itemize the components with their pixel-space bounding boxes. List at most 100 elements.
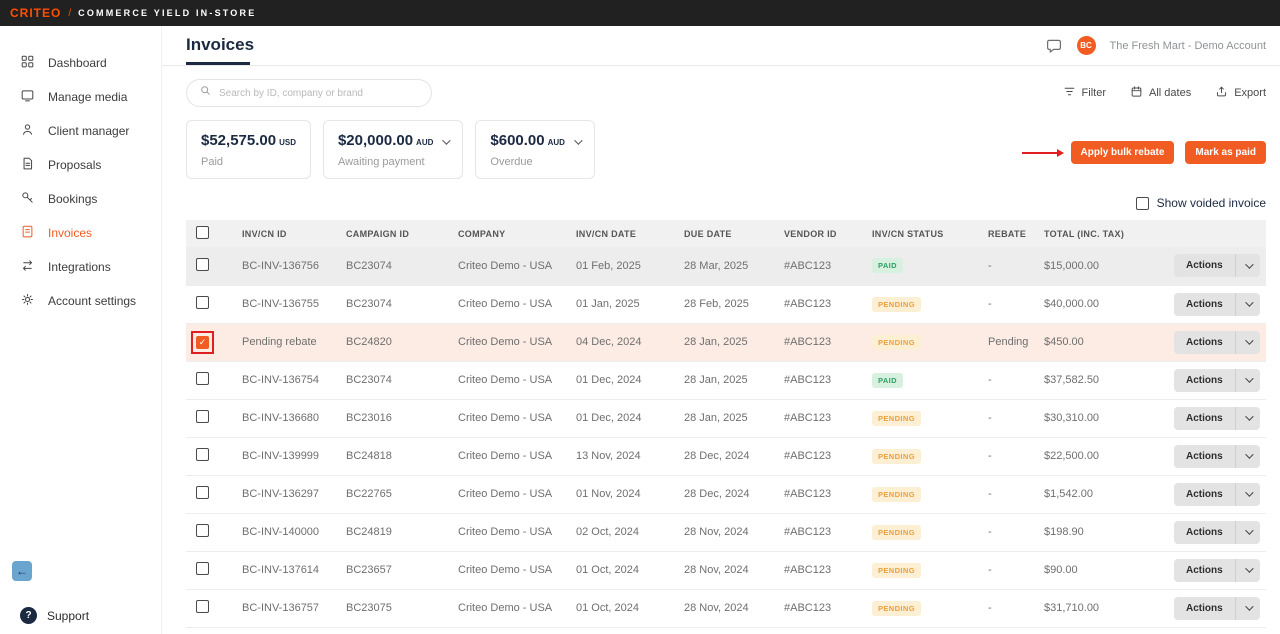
actions-button[interactable]: Actions [1174, 369, 1260, 392]
sidebar: Dashboard Manage media Client manager Pr… [0, 26, 162, 634]
cell-rebate: Pending [980, 323, 1036, 361]
chevron-down-icon[interactable] [1236, 559, 1260, 582]
cell-due-date: 28 Feb, 2025 [676, 285, 776, 323]
apply-bulk-rebate-button[interactable]: Apply bulk rebate [1071, 141, 1175, 164]
sidebar-item-integrations[interactable]: Integrations [0, 250, 161, 284]
cell-rebate: - [980, 475, 1036, 513]
sidebar-item-client-manager[interactable]: Client manager [0, 114, 161, 148]
status-badge: PENDING [872, 563, 921, 578]
cell-due-date: 28 Jan, 2025 [676, 323, 776, 361]
row-checkbox[interactable] [196, 600, 209, 613]
select-all-checkbox[interactable] [196, 226, 209, 239]
cell-vendor-id: #ABC123 [776, 361, 864, 399]
actions-button[interactable]: Actions [1174, 597, 1260, 620]
active-tab-indicator [186, 62, 250, 65]
cell-inv-date: 01 Nov, 2024 [568, 475, 676, 513]
mark-as-paid-button[interactable]: Mark as paid [1185, 141, 1266, 164]
calendar-icon [1130, 85, 1143, 101]
settings-icon [20, 292, 35, 310]
sidebar-item-manage-media[interactable]: Manage media [0, 80, 161, 114]
status-badge: PENDING [872, 487, 921, 502]
account-name[interactable]: The Fresh Mart - Demo Account [1110, 40, 1267, 52]
row-checkbox[interactable] [196, 486, 209, 499]
chevron-down-icon[interactable] [1236, 369, 1260, 392]
cell-company: Criteo Demo - USA [450, 323, 568, 361]
collapse-sidebar-button[interactable]: ← [12, 561, 32, 581]
status-badge: PENDING [872, 335, 921, 350]
filter-button[interactable]: Filter [1063, 85, 1106, 101]
actions-button[interactable]: Actions [1174, 331, 1260, 354]
chevron-down-icon[interactable] [1236, 293, 1260, 316]
all-dates-label: All dates [1149, 87, 1191, 99]
sidebar-item-account-settings[interactable]: Account settings [0, 284, 161, 318]
actions-button[interactable]: Actions [1174, 293, 1260, 316]
cell-total: $31,710.00 [1036, 589, 1166, 627]
status-badge: PENDING [872, 449, 921, 464]
cell-company: Criteo Demo - USA [450, 475, 568, 513]
row-checkbox[interactable] [196, 410, 209, 423]
row-checkbox[interactable] [196, 448, 209, 461]
cell-due-date: 28 Nov, 2024 [676, 551, 776, 589]
support-button[interactable]: ? Support [0, 607, 161, 624]
chevron-down-icon[interactable] [1236, 597, 1260, 620]
chevron-down-icon[interactable] [1236, 521, 1260, 544]
cell-company: Criteo Demo - USA [450, 589, 568, 627]
row-checkbox[interactable] [196, 524, 209, 537]
actions-button[interactable]: Actions [1174, 254, 1260, 277]
all-dates-button[interactable]: All dates [1130, 85, 1191, 101]
chevron-down-icon[interactable] [1236, 254, 1260, 277]
avatar[interactable]: BC [1077, 36, 1096, 55]
chevron-down-icon[interactable] [443, 136, 451, 144]
actions-button[interactable]: Actions [1174, 559, 1260, 582]
actions-button[interactable]: Actions [1174, 407, 1260, 430]
actions-button[interactable]: Actions [1174, 521, 1260, 544]
chat-bubble-icon[interactable] [1045, 37, 1063, 55]
cell-campaign-id: BC23074 [338, 285, 450, 323]
status-badge: PENDING [872, 411, 921, 426]
annotation-box [191, 331, 214, 354]
sidebar-item-dashboard[interactable]: Dashboard [0, 46, 161, 80]
cell-total: $90.00 [1036, 551, 1166, 589]
show-voided-row: Show voided invoice [162, 196, 1280, 210]
cell-total: $1,542.00 [1036, 475, 1166, 513]
search-input[interactable] [219, 88, 419, 99]
row-checkbox[interactable] [196, 562, 209, 575]
row-checkbox[interactable] [196, 372, 209, 385]
search-box[interactable] [186, 79, 432, 107]
cell-total: $40,000.00 [1036, 285, 1166, 323]
status-badge: PENDING [872, 525, 921, 540]
actions-button[interactable]: Actions [1174, 445, 1260, 468]
sidebar-item-invoices[interactable]: Invoices [0, 216, 161, 250]
chevron-down-icon[interactable] [1236, 445, 1260, 468]
table-row: BC-INV-136297BC22765Criteo Demo - USA01 … [186, 475, 1266, 513]
summary-card-awaiting: $20,000.00 AUD Awaiting payment [323, 120, 463, 179]
actions-button[interactable]: Actions [1174, 483, 1260, 506]
sidebar-item-proposals[interactable]: Proposals [0, 148, 161, 182]
chevron-down-icon[interactable] [1236, 407, 1260, 430]
chevron-down-icon[interactable] [1236, 483, 1260, 506]
export-button[interactable]: Export [1215, 85, 1266, 101]
chevron-down-icon[interactable] [1236, 331, 1260, 354]
bookings-icon [20, 190, 35, 208]
cell-campaign-id: BC24819 [338, 513, 450, 551]
cell-rebate: - [980, 399, 1036, 437]
row-checkbox[interactable] [196, 296, 209, 309]
card-currency: AUD [548, 138, 565, 147]
export-icon [1215, 85, 1228, 101]
col-header: REBATE [980, 220, 1036, 247]
cell-due-date: 28 Dec, 2024 [676, 437, 776, 475]
summary-card-overdue: $600.00 AUD Overdue [475, 120, 595, 179]
cell-total: $198.90 [1036, 513, 1166, 551]
chevron-down-icon[interactable] [574, 136, 582, 144]
sidebar-item-bookings[interactable]: Bookings [0, 182, 161, 216]
proposals-icon [20, 156, 35, 174]
table-row: BC-INV-136756BC23074Criteo Demo - USA01 … [186, 247, 1266, 285]
page-title: Invoices [186, 35, 254, 55]
cell-vendor-id: #ABC123 [776, 513, 864, 551]
sidebar-item-label: Invoices [48, 226, 92, 240]
cell-company: Criteo Demo - USA [450, 285, 568, 323]
show-voided-checkbox[interactable] [1136, 197, 1149, 210]
status-badge: PENDING [872, 297, 921, 312]
row-checkbox[interactable] [196, 258, 209, 271]
card-amount: $600.00 [490, 132, 544, 149]
